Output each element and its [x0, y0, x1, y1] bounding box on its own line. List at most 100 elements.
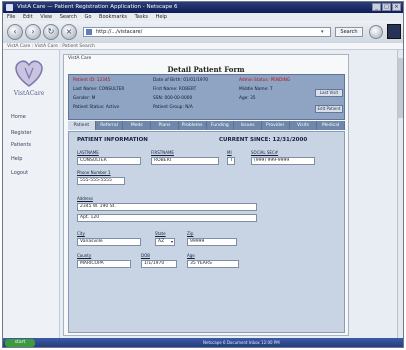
patient-summary: Patient ID: 12345 Last Name: CONSULTER G…: [68, 74, 345, 120]
menu-bookmarks[interactable]: Bookmarks: [99, 14, 127, 20]
page-title: Detail Patient Form: [167, 65, 245, 74]
scrollbar-thumb[interactable]: [398, 58, 403, 118]
reload-icon[interactable]: ↻: [43, 24, 59, 40]
logo-text: VistACare: [13, 90, 45, 97]
patient-panel: VistA Care Detail Patient Form Patient I…: [63, 54, 349, 336]
section-title: PATIENT INFORMATION: [77, 137, 148, 143]
menu-edit[interactable]: Edit: [23, 14, 33, 20]
vertical-scrollbar[interactable]: [397, 50, 403, 338]
menu-file[interactable]: File: [7, 14, 15, 20]
zip-label: Zip: [187, 231, 194, 236]
close-button[interactable]: ×: [392, 3, 401, 11]
sidebar-item-help[interactable]: Help: [11, 156, 22, 162]
url-dropdown-icon[interactable]: ▾: [321, 29, 324, 35]
taskbar: start Netscape 6 Document Inbox 12:00 PM: [3, 338, 403, 347]
firstname-field[interactable]: ROBERT: [151, 157, 219, 165]
address-label: Address: [77, 196, 93, 201]
tab-meds[interactable]: Meds: [123, 121, 152, 130]
taskbar-items: Netscape 6 Document Inbox 12:00 PM: [203, 340, 280, 345]
ssn: SSN: 000-00-0000: [153, 96, 193, 101]
sidebar-item-register[interactable]: Register: [11, 130, 32, 136]
maximize-button[interactable]: □: [382, 3, 391, 11]
menu-help[interactable]: Help: [156, 14, 167, 20]
window-title: VistA Care — Patient Registration Applic…: [17, 4, 178, 10]
patient-id: Patient ID: 12345: [73, 78, 111, 83]
tab-bar: Patient Referral Meds Plans Problems Fun…: [68, 121, 346, 130]
last-visit-button[interactable]: Last Visit: [315, 89, 343, 97]
edit-patient-button[interactable]: Edit Patient: [315, 105, 343, 113]
sidebar-item-home[interactable]: Home: [11, 114, 26, 120]
gender: Gender: M: [73, 96, 96, 101]
ssn-field[interactable]: (999) 999-9999: [251, 157, 315, 165]
browser-window: VistA Care — Patient Registration Applic…: [2, 1, 404, 348]
menu-view[interactable]: View: [40, 14, 52, 20]
first-name: First Name: ROBERT: [153, 87, 197, 92]
url-text: http://.../vistacare/: [96, 29, 143, 35]
address-line2-field[interactable]: Apt. 120: [77, 214, 257, 222]
age-label: Age: [187, 253, 195, 258]
patient-form: PATIENT INFORMATION CURRENT SINCE: 12/31…: [68, 131, 345, 333]
print-icon[interactable]: [369, 25, 383, 39]
tab-referral[interactable]: Referral: [96, 121, 124, 130]
chevron-down-icon: ▾: [170, 239, 173, 244]
start-button[interactable]: start: [5, 339, 35, 347]
mi-label: MI: [227, 150, 232, 155]
sidebar: VistACare Home Register Patients Help Lo…: [3, 50, 60, 338]
sidebar-item-logout[interactable]: Logout: [11, 170, 28, 176]
back-icon[interactable]: ‹: [7, 24, 23, 40]
age-field[interactable]: 35 YEARS: [187, 260, 239, 268]
tab-issues[interactable]: Issues: [234, 121, 262, 130]
tab-visits[interactable]: Visits: [290, 121, 318, 130]
page-icon: [86, 29, 92, 35]
middle-name: Middle Name: T: [239, 87, 273, 92]
phone-label: Phone Number 1: [77, 170, 111, 175]
panel-header: VistA Care: [68, 56, 92, 61]
menu-search[interactable]: Search: [60, 14, 77, 20]
patient-status: Patient Status: Active: [73, 105, 120, 110]
county-field[interactable]: MARICOPA: [77, 260, 131, 268]
sidebar-item-patients[interactable]: Patients: [11, 142, 31, 148]
vistacare-logo-icon: [15, 60, 43, 87]
address-line1-field[interactable]: 2345 W. 190 St.: [77, 203, 257, 211]
state-select[interactable]: AZ ▾: [155, 238, 175, 246]
netscape-logo-icon: [387, 24, 401, 39]
phone-field[interactable]: 555-555-5555: [77, 177, 125, 185]
mi-field[interactable]: T: [227, 157, 235, 165]
tab-problems[interactable]: Problems: [179, 121, 207, 130]
tab-plans[interactable]: Plans: [151, 121, 179, 130]
menu-tasks[interactable]: Tasks: [135, 14, 148, 20]
age: Age: 35: [239, 96, 256, 101]
patient-group: Patient Group: N/A: [153, 105, 193, 110]
firstname-label: FIRSTNAME: [151, 150, 174, 155]
minimize-button[interactable]: _: [372, 3, 381, 11]
last-name: Last Name: CONSULTER: [73, 87, 125, 92]
app-icon: [6, 4, 13, 11]
menu-go[interactable]: Go: [85, 14, 92, 20]
lastname-field[interactable]: CONSULTER: [77, 157, 141, 165]
date-of-birth: Date of Birth: 01/01/1970: [153, 78, 209, 83]
tab-patient[interactable]: Patient: [68, 121, 96, 130]
lastname-label: LASTNAME: [77, 150, 99, 155]
search-button[interactable]: Search: [335, 27, 363, 37]
breadcrumb: VistA Care : VistA Care : Patient Search: [3, 43, 403, 50]
tab-medical[interactable]: Medical: [317, 121, 346, 130]
current-since: CURRENT SINCE: 12/31/2000: [219, 137, 308, 143]
ssn-label: SOCIAL SEC#: [251, 150, 279, 155]
tab-funding[interactable]: Funding: [207, 121, 235, 130]
window-controls: _ □ ×: [372, 3, 401, 11]
admin-status: Admin Status: PENDING: [239, 78, 291, 83]
dob-field[interactable]: 1/1/1970: [141, 260, 177, 268]
city-label: City: [77, 231, 85, 236]
page-content: VistACare Home Register Patients Help Lo…: [3, 50, 403, 338]
tab-provider[interactable]: Provider: [262, 121, 290, 130]
city-field[interactable]: Vanasville: [77, 238, 141, 246]
state-label: State: [155, 231, 166, 236]
county-label: County: [77, 253, 92, 258]
zip-field[interactable]: 99999: [187, 238, 237, 246]
stop-icon[interactable]: ×: [61, 24, 77, 40]
forward-icon[interactable]: ›: [25, 24, 41, 40]
dob-label: DOB: [141, 253, 150, 258]
url-field[interactable]: http://.../vistacare/: [83, 27, 331, 37]
navigation-toolbar: ‹ › ↻ × http://.../vistacare/ ▾ Search: [3, 21, 403, 44]
menu-bar: File Edit View Search Go Bookmarks Tasks…: [3, 13, 403, 21]
